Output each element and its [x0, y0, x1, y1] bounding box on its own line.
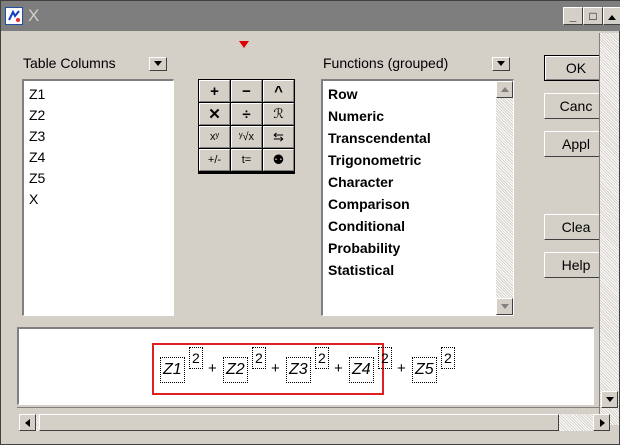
- maximize-button[interactable]: □: [583, 7, 603, 25]
- horizontal-scrollbar[interactable]: [19, 414, 610, 431]
- horizontal-scroll-thumb[interactable]: [39, 414, 559, 431]
- functions-label: Functions (grouped): [323, 55, 449, 71]
- scroll-up-corner-button[interactable]: [603, 7, 620, 25]
- plus-key-icon[interactable]: +: [199, 80, 230, 102]
- divide-key-icon[interactable]: ÷: [231, 103, 262, 125]
- table-columns-list[interactable]: Z1 Z2 Z3 Z4 Z5 X: [22, 79, 174, 316]
- scroll-up-icon: [608, 15, 616, 20]
- formula-term[interactable]: Z2: [223, 357, 248, 383]
- formula-operator: +: [334, 360, 343, 377]
- function-group-item[interactable]: Probability: [323, 237, 495, 259]
- minimize-button[interactable]: _: [563, 7, 583, 25]
- function-group-item[interactable]: Character: [323, 171, 495, 193]
- column-item[interactable]: X: [24, 189, 173, 210]
- function-group-item[interactable]: Statistical: [323, 259, 495, 281]
- multiply-key-icon[interactable]: ✕: [199, 103, 230, 125]
- nth-root-key-icon[interactable]: ʸ√x: [231, 126, 262, 148]
- formula-term[interactable]: Z1: [160, 357, 185, 383]
- formula-edit-area[interactable]: Z1 2 + Z2 2 + Z3 2 + Z4 2 + Z5 2: [17, 327, 594, 405]
- negate-key-icon[interactable]: +/-: [199, 149, 230, 171]
- column-item[interactable]: Z2: [24, 105, 173, 126]
- column-item[interactable]: Z5: [24, 168, 173, 189]
- formula-term[interactable]: Z3: [286, 357, 311, 383]
- app-icon: [5, 7, 23, 25]
- function-group-item[interactable]: Transcendental: [323, 127, 495, 149]
- function-group-item[interactable]: Comparison: [323, 193, 495, 215]
- column-item[interactable]: Z3: [24, 126, 173, 147]
- formula-operator: +: [271, 360, 280, 377]
- column-item[interactable]: Z4: [24, 147, 173, 168]
- scroll-right-icon[interactable]: [593, 414, 610, 431]
- root-swap-key-icon[interactable]: ℛ: [263, 103, 294, 125]
- scroll-down-icon[interactable]: [496, 298, 513, 315]
- help-button-label: Help: [561, 257, 591, 273]
- assign-key-icon[interactable]: t=: [231, 149, 262, 171]
- functions-scrollbar[interactable]: [496, 81, 513, 315]
- function-group-item[interactable]: Row: [323, 83, 495, 105]
- cancel-button-label: Canc: [559, 98, 593, 114]
- table-columns-label: Table Columns: [23, 55, 116, 71]
- clear-button-label: Clea: [561, 219, 591, 235]
- formula-editor-window: X _ □ Table Columns Z1 Z2 Z3 Z4 Z5 X + −…: [0, 0, 620, 445]
- formula-exponent[interactable]: 2: [378, 347, 392, 369]
- formula-exponent[interactable]: 2: [441, 347, 455, 369]
- caret-key-icon[interactable]: ^: [263, 80, 294, 102]
- window-vertical-scrollbar[interactable]: [599, 33, 619, 425]
- bottom-bar: [17, 407, 610, 435]
- formula-term[interactable]: Z4: [349, 357, 374, 383]
- title-bar[interactable]: X _ □: [1, 1, 620, 31]
- functions-dropdown-button[interactable]: [492, 57, 510, 71]
- formula-operator: +: [397, 360, 406, 377]
- power-key-icon[interactable]: xʸ: [199, 126, 230, 148]
- formula-exponent[interactable]: 2: [252, 347, 266, 369]
- column-item[interactable]: Z1: [24, 84, 173, 105]
- formula-expression[interactable]: Z1 2 + Z2 2 + Z3 2 + Z4 2 + Z5 2: [152, 343, 455, 395]
- function-group-item[interactable]: Conditional: [323, 215, 495, 237]
- scroll-down-icon[interactable]: [601, 391, 618, 408]
- swap-key-icon[interactable]: ⇆: [263, 126, 294, 148]
- operator-keypad: + − ^ ✕ ÷ ℛ xʸ ʸ√x ⇆ +/- t= ⚉: [198, 79, 295, 174]
- formula-term[interactable]: Z5: [412, 357, 437, 383]
- insertion-marker-icon: [239, 41, 249, 48]
- functions-list[interactable]: Row Numeric Transcendental Trigonometric…: [321, 79, 514, 316]
- formula-operator: +: [208, 360, 217, 377]
- apply-button-label: Appl: [561, 136, 591, 152]
- formula-exponent[interactable]: 2: [189, 347, 203, 369]
- formula-exponent[interactable]: 2: [315, 347, 329, 369]
- minus-key-icon[interactable]: −: [231, 80, 262, 102]
- scroll-up-icon[interactable]: [496, 81, 513, 98]
- scroll-left-icon[interactable]: [19, 414, 36, 431]
- function-group-item[interactable]: Numeric: [323, 105, 495, 127]
- ok-button-label: OK: [565, 60, 587, 76]
- table-columns-dropdown-button[interactable]: [149, 57, 167, 71]
- window-title: X: [28, 6, 40, 25]
- function-group-item[interactable]: Trigonometric: [323, 149, 495, 171]
- clear-term-key-icon[interactable]: ⚉: [263, 149, 294, 171]
